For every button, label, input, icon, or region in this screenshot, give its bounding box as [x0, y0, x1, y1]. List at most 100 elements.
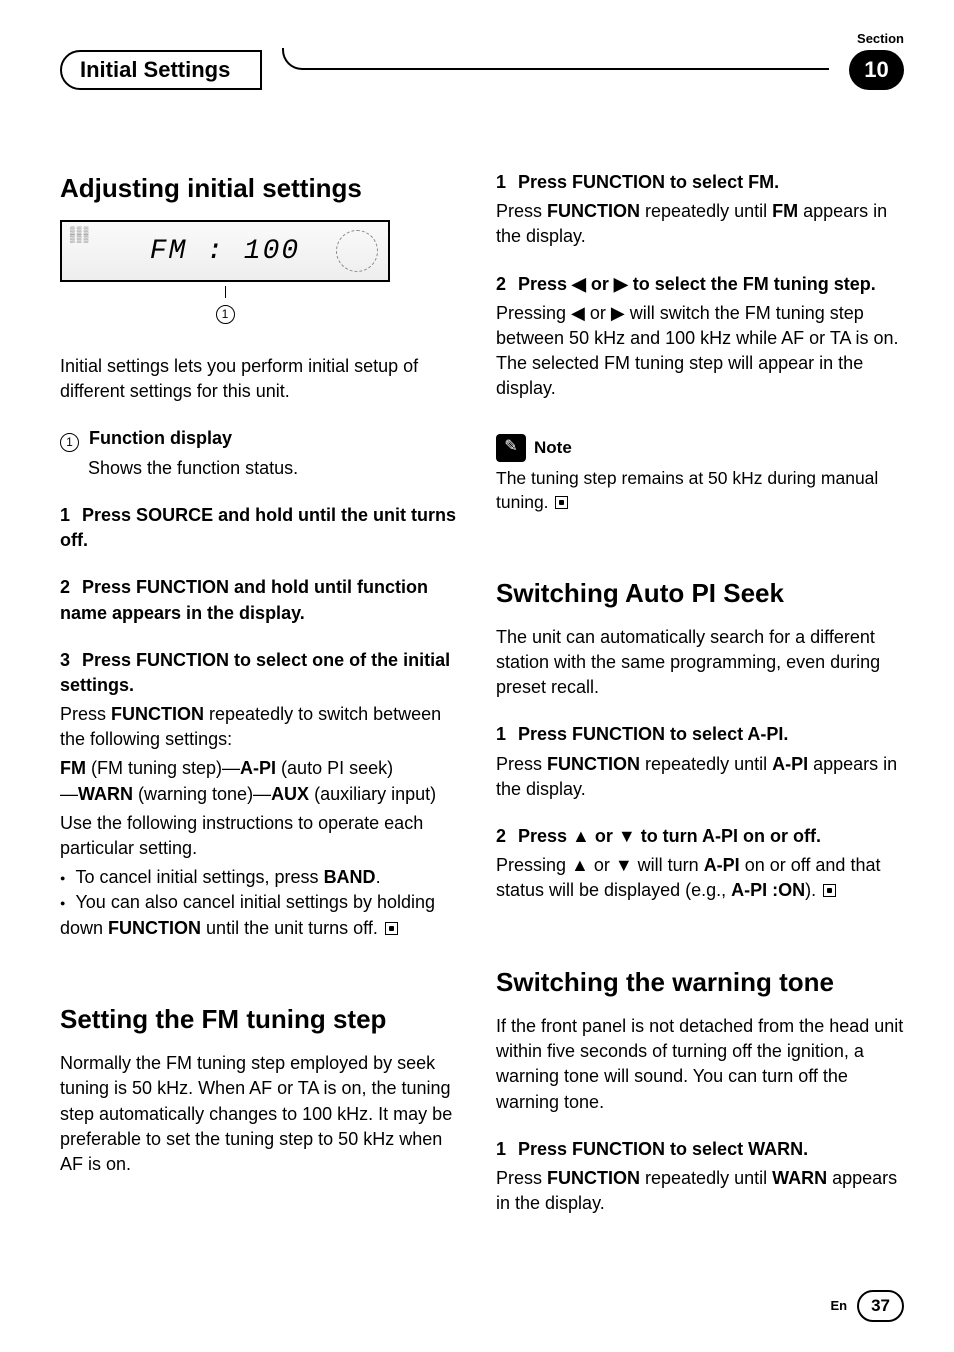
step-3-body-1: Press FUNCTION repeatedly to switch betw…: [60, 702, 468, 752]
kw-function: FUNCTION: [108, 918, 201, 938]
note-text: The tuning step remains at 50 kHz during…: [496, 466, 904, 515]
step-3-num: 3: [60, 650, 70, 670]
fm-step-2-text: Press ◀ or ▶ to select the FM tuning ste…: [518, 274, 876, 294]
intro-paragraph: Initial settings lets you perform initia…: [60, 354, 468, 404]
kw-api: A-PI: [772, 754, 808, 774]
kw-function: FUNCTION: [547, 1168, 640, 1188]
header-tab-row: Initial Settings 10: [60, 50, 904, 90]
note-label: Note: [534, 436, 572, 460]
left-column: Adjusting initial settings ▒▒▒▒▒▒ FM : 1…: [60, 170, 468, 1220]
page-footer: En 37: [830, 1290, 904, 1322]
callout-1: 1: [60, 286, 390, 324]
t: repeatedly until: [640, 201, 772, 221]
t: (warning tone)—: [133, 784, 271, 804]
fm-step-2: 2 Press ◀ or ▶ to select the FM tuning st…: [496, 272, 904, 297]
section-number-pill: 10: [849, 50, 904, 90]
section-label: Section: [857, 30, 904, 48]
t: The tuning step remains at 50 kHz during…: [496, 468, 878, 513]
page-number: 37: [857, 1290, 904, 1322]
t: ).: [805, 880, 816, 900]
t: Press: [496, 1168, 547, 1188]
end-of-section-icon: [823, 884, 836, 897]
kw-api: A-PI: [704, 855, 740, 875]
kw-band: BAND: [324, 867, 376, 887]
t: repeatedly until: [640, 1168, 772, 1188]
note-icon: ✎: [496, 434, 526, 462]
end-of-section-icon: [555, 496, 568, 509]
step-1-text: Press SOURCE and hold until the unit tur…: [60, 505, 456, 550]
t: (FM tuning step)—: [86, 758, 240, 778]
end-of-section-icon: [385, 922, 398, 935]
auto-pi-intro: The unit can automatically search for a …: [496, 625, 904, 701]
api-step-2-text: Press ▲ or ▼ to turn A-PI on or off.: [518, 826, 821, 846]
t: —: [60, 784, 78, 804]
t: (auxiliary input): [309, 784, 436, 804]
chapter-title: Initial Settings: [80, 55, 230, 86]
lcd-text: FM : 100: [150, 232, 300, 271]
t: Press: [60, 704, 111, 724]
note-header: ✎ Note: [496, 434, 904, 462]
step-3-text: Press FUNCTION to select one of the init…: [60, 650, 450, 695]
step-3: 3Press FUNCTION to select one of the ini…: [60, 648, 468, 698]
api-step-1-body: Press FUNCTION repeatedly until A-PI app…: [496, 752, 904, 802]
t: To cancel initial settings, press: [75, 867, 323, 887]
kw-api: A-PI: [240, 758, 276, 778]
warn-step-1-num: 1: [496, 1139, 506, 1159]
kw-aux: AUX: [271, 784, 309, 804]
function-display-item: 1 Function display: [60, 426, 468, 452]
t: Press: [496, 201, 547, 221]
api-step-1-num: 1: [496, 724, 506, 744]
bullet-cancel-band: To cancel initial settings, press BAND.: [60, 865, 468, 890]
step-2-num: 2: [60, 577, 70, 597]
step-3-bullets: To cancel initial settings, press BAND. …: [60, 865, 468, 941]
step-2: 2Press FUNCTION and hold until function …: [60, 575, 468, 625]
t: (auto PI seek): [276, 758, 393, 778]
fm-step-1-body: Press FUNCTION repeatedly until FM appea…: [496, 199, 904, 249]
kw-function: FUNCTION: [111, 704, 204, 724]
content-columns: Adjusting initial settings ▒▒▒▒▒▒ FM : 1…: [60, 170, 904, 1220]
t: until the unit turns off.: [201, 918, 378, 938]
footer-lang: En: [830, 1297, 847, 1315]
heading-adjusting: Adjusting initial settings: [60, 170, 468, 206]
fm-step-1-text: Press FUNCTION to select FM.: [518, 172, 779, 192]
warn-step-1-body: Press FUNCTION repeatedly until WARN app…: [496, 1166, 904, 1216]
fm-step-2-num: 2: [496, 274, 506, 294]
step-1: 1Press SOURCE and hold until the unit tu…: [60, 503, 468, 553]
fm-step-1-num: 1: [496, 172, 506, 192]
kw-function: FUNCTION: [547, 201, 640, 221]
heading-warning-tone: Switching the warning tone: [496, 964, 904, 1000]
api-step-2-body: Pressing ▲ or ▼ will turn A-PI on or off…: [496, 853, 904, 903]
warn-step-1: 1 Press FUNCTION to select WARN.: [496, 1137, 904, 1162]
callout-1-number: 1: [216, 305, 235, 324]
page-header: Section Initial Settings 10: [60, 30, 904, 90]
kw-warn: WARN: [78, 784, 133, 804]
lcd-dial-icon: [336, 230, 378, 272]
warning-tone-intro: If the front panel is not detached from …: [496, 1014, 904, 1115]
lcd-left-graphics: ▒▒▒▒▒▒: [70, 228, 90, 244]
api-step-2-num: 2: [496, 826, 506, 846]
kw-fm: FM: [772, 201, 798, 221]
step-2-text: Press FUNCTION and hold until function n…: [60, 577, 428, 622]
fm-tuning-intro: Normally the FM tuning step employed by …: [60, 1051, 468, 1177]
right-column: 1 Press FUNCTION to select FM. Press FUNC…: [496, 170, 904, 1220]
function-display-title: Function display: [89, 428, 232, 448]
step-1-num: 1: [60, 505, 70, 525]
bullet-cancel-function: You can also cancel initial settings by …: [60, 890, 468, 940]
warn-step-1-text: Press FUNCTION to select WARN.: [518, 1139, 808, 1159]
function-display-number: 1: [60, 433, 79, 452]
api-step-1-text: Press FUNCTION to select A-PI.: [518, 724, 788, 744]
fm-step-1: 1 Press FUNCTION to select FM.: [496, 170, 904, 195]
kw-fm: FM: [60, 758, 86, 778]
t: repeatedly until: [640, 754, 772, 774]
t: Press: [496, 754, 547, 774]
heading-auto-pi: Switching Auto PI Seek: [496, 575, 904, 611]
t: Pressing ▲ or ▼ will turn: [496, 855, 704, 875]
api-step-2: 2 Press ▲ or ▼ to turn A-PI on or off.: [496, 824, 904, 849]
step-3-settings-line: FM (FM tuning step)—A-PI (auto PI seek) …: [60, 756, 468, 806]
kw-api-on: A-PI :ON: [731, 880, 805, 900]
t: .: [376, 867, 381, 887]
step-3-body-3: Use the following instructions to operat…: [60, 811, 468, 861]
kw-function: FUNCTION: [547, 754, 640, 774]
kw-warn: WARN: [772, 1168, 827, 1188]
api-step-1: 1 Press FUNCTION to select A-PI.: [496, 722, 904, 747]
